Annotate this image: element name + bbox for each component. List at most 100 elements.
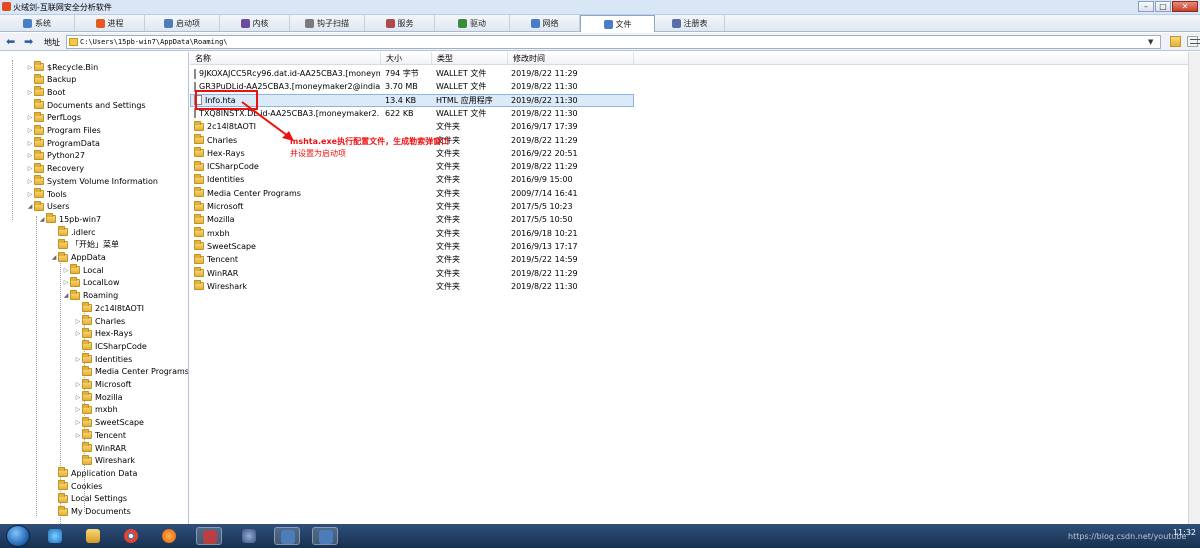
close-button[interactable]: ✕ [1172, 1, 1198, 12]
tab-6[interactable]: 驱动 [435, 15, 510, 31]
tree-item[interactable]: ▷ Tencent [74, 429, 126, 441]
tree-item[interactable]: Local Settings [50, 492, 127, 505]
table-row[interactable]: Mozilla 文件夹 2017/5/5 10:50 [190, 213, 1200, 226]
tree-item[interactable]: ▷ ProgramData [26, 137, 100, 149]
column-size[interactable]: 大小 [381, 52, 432, 65]
back-arrow-icon[interactable]: ⬅ [6, 36, 15, 47]
table-row[interactable]: Identities 文件夹 2016/9/9 15:00 [190, 173, 1200, 186]
tree-item[interactable]: ▷ Microsoft [74, 378, 131, 391]
address-dropdown-icon[interactable]: ▼ [1148, 38, 1153, 46]
tab-7[interactable]: 网络 [510, 15, 580, 31]
tab-3[interactable]: 内核 [220, 15, 290, 31]
tab-8[interactable]: 文件 [580, 15, 655, 32]
tree-item[interactable]: 2c14l8tAOTI [74, 302, 144, 314]
tree-item[interactable]: ▷ Python27 [26, 149, 85, 162]
tree-item[interactable]: Media Center Programs [74, 365, 188, 378]
expand-toggle-icon[interactable]: ▷ [74, 381, 82, 388]
file-list-vertical-scrollbar[interactable] [1188, 52, 1200, 524]
table-row[interactable]: 2c14l8tAOTI 文件夹 2016/9/17 17:39 [190, 120, 1200, 133]
expand-toggle-icon[interactable]: ▷ [74, 318, 82, 325]
expand-toggle-icon[interactable]: ◢ [62, 292, 70, 299]
tree-item[interactable]: 「开始」菜单 [50, 238, 119, 251]
expand-toggle-icon[interactable]: ▷ [26, 127, 34, 134]
column-name[interactable]: 名称 [190, 52, 381, 65]
explorer-taskbar-icon[interactable] [80, 527, 106, 545]
window-taskbar-icon-1[interactable] [274, 527, 300, 545]
tree-item[interactable]: ◢ Users [26, 200, 69, 213]
address-input[interactable]: C:\Users\15pb-win7\AppData\Roaming\ [66, 35, 1161, 49]
tree-item[interactable]: Wireshark [74, 454, 135, 467]
column-modified-time[interactable]: 修改时间 [508, 52, 634, 65]
folder-tree[interactable]: ▷ $Recycle.Bin Backup ▷ Boot Documents and Se… [0, 52, 189, 524]
media-taskbar-icon[interactable] [236, 527, 262, 545]
firefox-taskbar-icon[interactable] [156, 527, 182, 545]
list-view-icon[interactable] [1190, 39, 1200, 44]
chrome-taskbar-icon[interactable] [118, 527, 144, 545]
expand-toggle-icon[interactable]: ▷ [74, 432, 82, 439]
tree-item[interactable]: ◢ Roaming [62, 289, 118, 302]
tree-item[interactable]: Backup [26, 73, 76, 86]
expand-toggle-icon[interactable]: ▷ [26, 191, 34, 198]
table-row[interactable]: Wireshark 文件夹 2019/8/22 11:30 [190, 280, 1200, 293]
tree-item[interactable]: .idlerc [50, 226, 96, 238]
forward-arrow-icon[interactable]: ➡ [24, 36, 33, 47]
tree-item[interactable]: ICSharpCode [74, 340, 147, 352]
tree-item[interactable]: ▷ Hex-Rays [74, 327, 133, 340]
table-row[interactable]: SweetScape 文件夹 2016/9/13 17:17 [190, 240, 1200, 253]
tree-item[interactable]: ▷ Tools [26, 188, 67, 200]
column-type[interactable]: 类型 [432, 52, 508, 65]
tree-item[interactable]: ▷ System Volume Information [26, 175, 158, 187]
tree-item[interactable]: WinRAR [74, 442, 126, 454]
tree-item[interactable]: Application Data [50, 467, 137, 479]
tree-item[interactable]: My Documents [50, 505, 131, 518]
expand-toggle-icon[interactable]: ▷ [62, 279, 70, 286]
tab-1[interactable]: 进程 [75, 15, 145, 31]
tab-9[interactable]: 注册表 [655, 15, 725, 31]
expand-toggle-icon[interactable]: ▷ [74, 330, 82, 337]
tree-item[interactable]: ▷ Identities [74, 353, 132, 365]
expand-toggle-icon[interactable]: ▷ [74, 406, 82, 413]
expand-toggle-icon[interactable]: ◢ [50, 254, 58, 261]
tree-item[interactable]: ▷ Mozilla [74, 391, 123, 403]
tree-item[interactable]: ◢ AppData [50, 251, 106, 264]
table-row[interactable]: Info.hta 13.4 KB HTML 应用程序 2019/8/22 11:30 [190, 93, 1200, 107]
app-taskbar-icon[interactable] [196, 527, 222, 545]
tree-item[interactable]: ▷ mxbh [74, 403, 118, 416]
open-folder-icon[interactable] [1170, 36, 1181, 47]
tree-item[interactable]: ▷ SweetScape [74, 416, 144, 429]
tree-item[interactable]: ▷ $Recycle.Bin [26, 61, 98, 73]
expand-toggle-icon[interactable]: ▷ [26, 165, 34, 172]
start-button[interactable] [6, 525, 30, 547]
minimize-button[interactable]: – [1138, 1, 1154, 12]
tree-item[interactable]: ▷ Charles [74, 315, 125, 327]
tree-item[interactable]: ▷ Local [62, 264, 104, 276]
tab-0[interactable]: 系统 [0, 15, 75, 31]
tree-item[interactable]: ▷ Recovery [26, 162, 84, 175]
expand-toggle-icon[interactable]: ▷ [74, 419, 82, 426]
expand-toggle-icon[interactable]: ▷ [74, 394, 82, 401]
tab-4[interactable]: 钩子扫描 [290, 15, 365, 31]
tree-item[interactable]: Cookies [50, 480, 102, 492]
tree-item[interactable]: ▷ Boot [26, 86, 65, 98]
table-row[interactable]: Tencent 文件夹 2019/5/22 14:59 [190, 253, 1200, 266]
table-row[interactable]: WinRAR 文件夹 2019/8/22 11:29 [190, 267, 1200, 280]
table-row[interactable]: GR3PuDLid-AA25CBA3.[moneymaker2@india...… [190, 80, 1200, 93]
tree-item[interactable]: ◢ 15pb-win7 [38, 213, 101, 225]
expand-toggle-icon[interactable]: ▷ [62, 267, 70, 274]
expand-toggle-icon[interactable]: ◢ [38, 216, 46, 223]
tree-item[interactable]: ▷ PerfLogs [26, 111, 81, 124]
expand-toggle-icon[interactable]: ◢ [26, 203, 34, 210]
expand-toggle-icon[interactable]: ▷ [74, 356, 82, 363]
table-row[interactable]: 9JKOXAJCC5Rcy96.dat.id-AA25CBA3.[moneym.… [190, 67, 1200, 80]
table-row[interactable]: ICSharpCode 文件夹 2019/8/22 11:29 [190, 160, 1200, 173]
expand-toggle-icon[interactable]: ▷ [26, 152, 34, 159]
expand-toggle-icon[interactable]: ▷ [26, 64, 34, 71]
table-row[interactable]: Microsoft 文件夹 2017/5/5 10:23 [190, 200, 1200, 213]
tree-item[interactable]: ▷ Program Files [26, 124, 101, 137]
expand-toggle-icon[interactable]: ▷ [26, 114, 34, 121]
ie-taskbar-icon[interactable] [42, 527, 68, 545]
expand-toggle-icon[interactable]: ▷ [26, 140, 34, 147]
table-row[interactable]: TXQ8INSTX.DL.id-AA25CBA3.[moneymaker2...… [190, 107, 1200, 120]
file-list[interactable]: 名称 大小 类型 修改时间 9JKOXAJCC5Rcy96.dat.id-AA2… [190, 52, 1200, 524]
expand-toggle-icon[interactable]: ▷ [26, 89, 34, 96]
